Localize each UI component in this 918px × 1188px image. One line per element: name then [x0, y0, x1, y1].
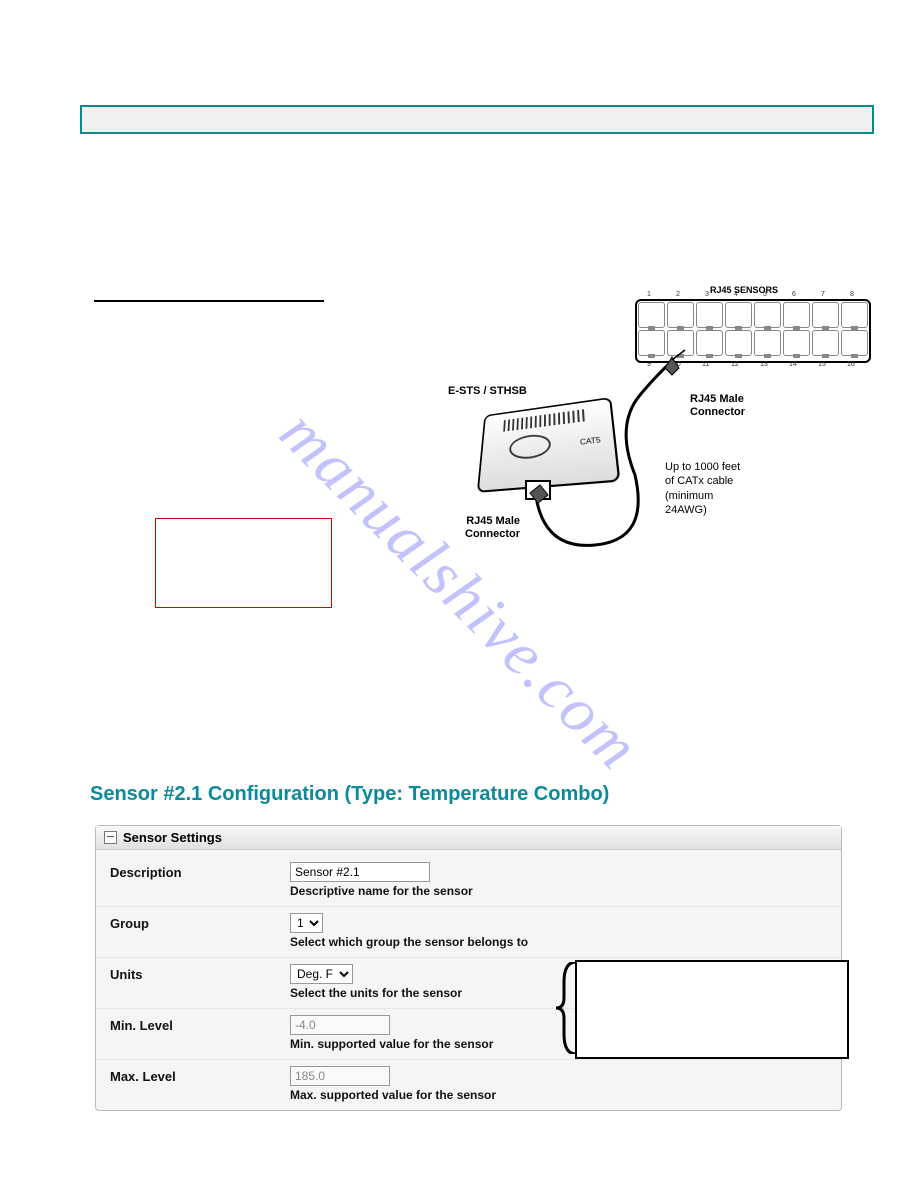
collapse-icon[interactable] [104, 831, 117, 844]
min-level-input [290, 1015, 390, 1035]
cable-length-note: Up to 1000 feet of CATx cable (minimum 2… [665, 460, 740, 517]
description-input[interactable] [290, 862, 430, 882]
max-level-input [290, 1066, 390, 1086]
rj45-male-top-label: RJ45 Male Connector [690, 393, 745, 419]
config-page-title: Sensor #2.1 Configuration (Type: Tempera… [90, 783, 609, 806]
range-callout-box [575, 960, 849, 1059]
description-label: Description [110, 862, 290, 880]
connection-diagram: RJ45 SENSORS 1 2 3 4 5 6 7 8 9 10 11 12 … [440, 285, 870, 565]
panel-header[interactable]: Sensor Settings [96, 826, 841, 850]
panel-header-label: Sensor Settings [123, 830, 222, 845]
red-callout-box [155, 518, 332, 608]
field-description: Description Descriptive name for the sen… [96, 856, 841, 907]
underline-rule [94, 300, 324, 302]
field-group: Group 1 Select which group the sensor be… [96, 907, 841, 958]
max-level-label: Max. Level [110, 1066, 290, 1084]
group-label: Group [110, 913, 290, 931]
group-help: Select which group the sensor belongs to [290, 935, 827, 949]
header-bar-box [80, 105, 874, 134]
rj45-male-bottom-label: RJ45 Male Connector [460, 515, 520, 541]
units-label: Units [110, 964, 290, 982]
description-help: Descriptive name for the sensor [290, 884, 827, 898]
max-level-help: Max. supported value for the sensor [290, 1088, 827, 1102]
group-select[interactable]: 1 [290, 913, 323, 933]
document-page: RJ45 SENSORS 1 2 3 4 5 6 7 8 9 10 11 12 … [0, 0, 918, 1188]
units-select[interactable]: Deg. F [290, 964, 353, 984]
field-max-level: Max. Level Max. supported value for the … [96, 1060, 841, 1110]
min-level-label: Min. Level [110, 1015, 290, 1033]
